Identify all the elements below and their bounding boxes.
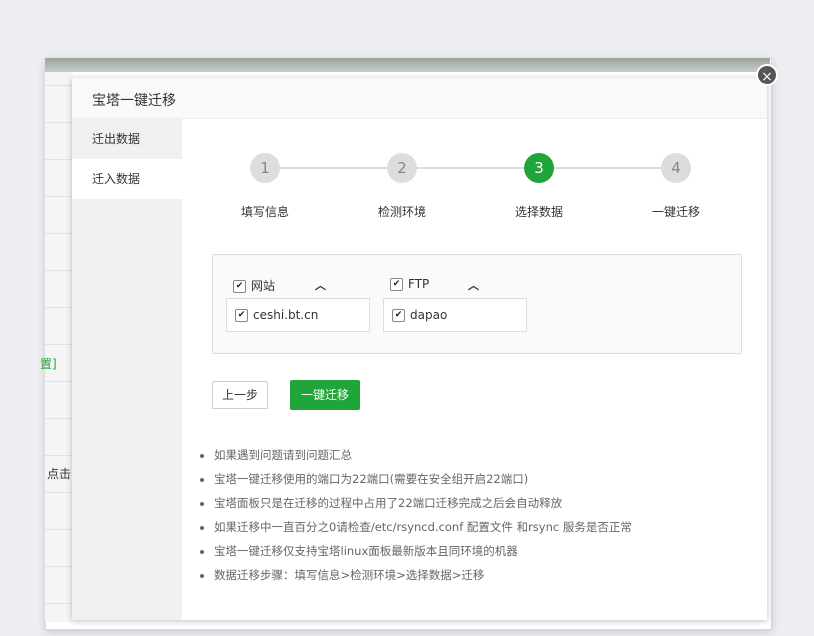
group-ftp-header: ✔ FTP bbox=[390, 277, 429, 291]
step-2-label: 检测环境 bbox=[377, 205, 426, 219]
data-selection-box: ✔ 网站 ︿ ✔ ceshi.bt.cn ✔ FTP ︿ ✔ dapao bbox=[212, 254, 742, 354]
background-divider bbox=[45, 159, 73, 160]
background-divider bbox=[45, 270, 73, 271]
step-1-label: 填写信息 bbox=[240, 205, 289, 219]
background-divider bbox=[45, 566, 73, 567]
background-divider bbox=[45, 307, 73, 308]
step-1-circle: 1 bbox=[250, 153, 280, 183]
checkbox-website-group[interactable]: ✔ bbox=[233, 280, 246, 293]
sidebar-item-export[interactable]: 迁出数据 bbox=[72, 119, 182, 159]
step-connector bbox=[280, 167, 388, 169]
checkbox-website-item[interactable]: ✔ bbox=[235, 309, 248, 322]
group-website-label: 网站 bbox=[251, 279, 276, 293]
dialog-header: 宝塔一键迁移 bbox=[72, 78, 767, 119]
background-divider bbox=[45, 381, 73, 382]
dialog-title: 宝塔一键迁移 bbox=[92, 93, 176, 109]
background-divider bbox=[45, 122, 73, 123]
tip-item: 如果迁移中一直百分之0请检查/etc/rsyncd.conf 配置文件 和rsy… bbox=[214, 515, 632, 539]
dialog-sidebar: 迁出数据 迁入数据 bbox=[72, 119, 182, 620]
step-2-circle: 2 bbox=[387, 153, 417, 183]
checkbox-ftp-item[interactable]: ✔ bbox=[392, 309, 405, 322]
step-4-circle: 4 bbox=[661, 153, 691, 183]
group-website-header: ✔ 网站 bbox=[233, 277, 275, 294]
group-ftp-label: FTP bbox=[408, 277, 430, 291]
background-divider bbox=[45, 233, 73, 234]
background-divider bbox=[45, 492, 73, 493]
background-divider bbox=[45, 85, 73, 86]
background-divider bbox=[45, 418, 73, 419]
step-3-circle: 3 bbox=[524, 153, 554, 183]
background-divider bbox=[45, 455, 73, 456]
tip-item: 宝塔面板只是在迁移的过程中占用了22端口迁移完成之后会自动释放 bbox=[214, 491, 632, 515]
tip-item: 数据迁移步骤：填写信息>检测环境>选择数据>迁移 bbox=[214, 563, 632, 587]
background-text-fragment: 置] bbox=[40, 357, 57, 371]
migration-dialog: 宝塔一键迁移 迁出数据 迁入数据 1 2 3 4 填写信息 检测环境 选择数据 … bbox=[72, 78, 767, 620]
prev-step-button[interactable]: 上一步 bbox=[212, 381, 268, 409]
step-connector bbox=[417, 167, 525, 169]
ftp-item-label: dapao bbox=[410, 308, 448, 322]
background-header-strip bbox=[45, 58, 770, 72]
background-left-column bbox=[45, 72, 73, 622]
background-text-fragment: 点击 bbox=[47, 467, 72, 481]
step-4-label: 一键迁移 bbox=[651, 205, 700, 219]
dialog-content: 1 2 3 4 填写信息 检测环境 选择数据 一键迁移 ✔ 网站 ︿ ✔ ceshi… bbox=[182, 119, 767, 620]
step-connector bbox=[554, 167, 662, 169]
collapse-ftp-icon[interactable]: ︿ bbox=[468, 277, 479, 293]
close-icon[interactable]: × bbox=[756, 64, 778, 86]
tip-item: 宝塔一键迁移仅支持宝塔linux面板最新版本且同环境的机器 bbox=[214, 539, 632, 563]
step-3-label: 选择数据 bbox=[514, 205, 563, 219]
migrate-button[interactable]: 一键迁移 bbox=[290, 380, 360, 410]
tip-item: 宝塔一键迁移使用的端口为22端口(需要在安全组开启22端口) bbox=[214, 467, 632, 491]
ftp-item: ✔ dapao bbox=[383, 298, 527, 332]
background-divider bbox=[45, 603, 73, 604]
background-divider bbox=[45, 529, 73, 530]
background-divider bbox=[45, 196, 73, 197]
tips-list: 如果遇到问题请到问题汇总 宝塔一键迁移使用的端口为22端口(需要在安全组开启22… bbox=[196, 443, 632, 587]
checkbox-ftp-group[interactable]: ✔ bbox=[390, 278, 403, 291]
collapse-website-icon[interactable]: ︿ bbox=[315, 277, 326, 293]
website-item-label: ceshi.bt.cn bbox=[253, 308, 319, 322]
background-divider bbox=[45, 344, 73, 345]
website-item: ✔ ceshi.bt.cn bbox=[226, 298, 370, 332]
sidebar-item-import[interactable]: 迁入数据 bbox=[72, 159, 182, 199]
tip-item: 如果遇到问题请到问题汇总 bbox=[214, 443, 632, 467]
